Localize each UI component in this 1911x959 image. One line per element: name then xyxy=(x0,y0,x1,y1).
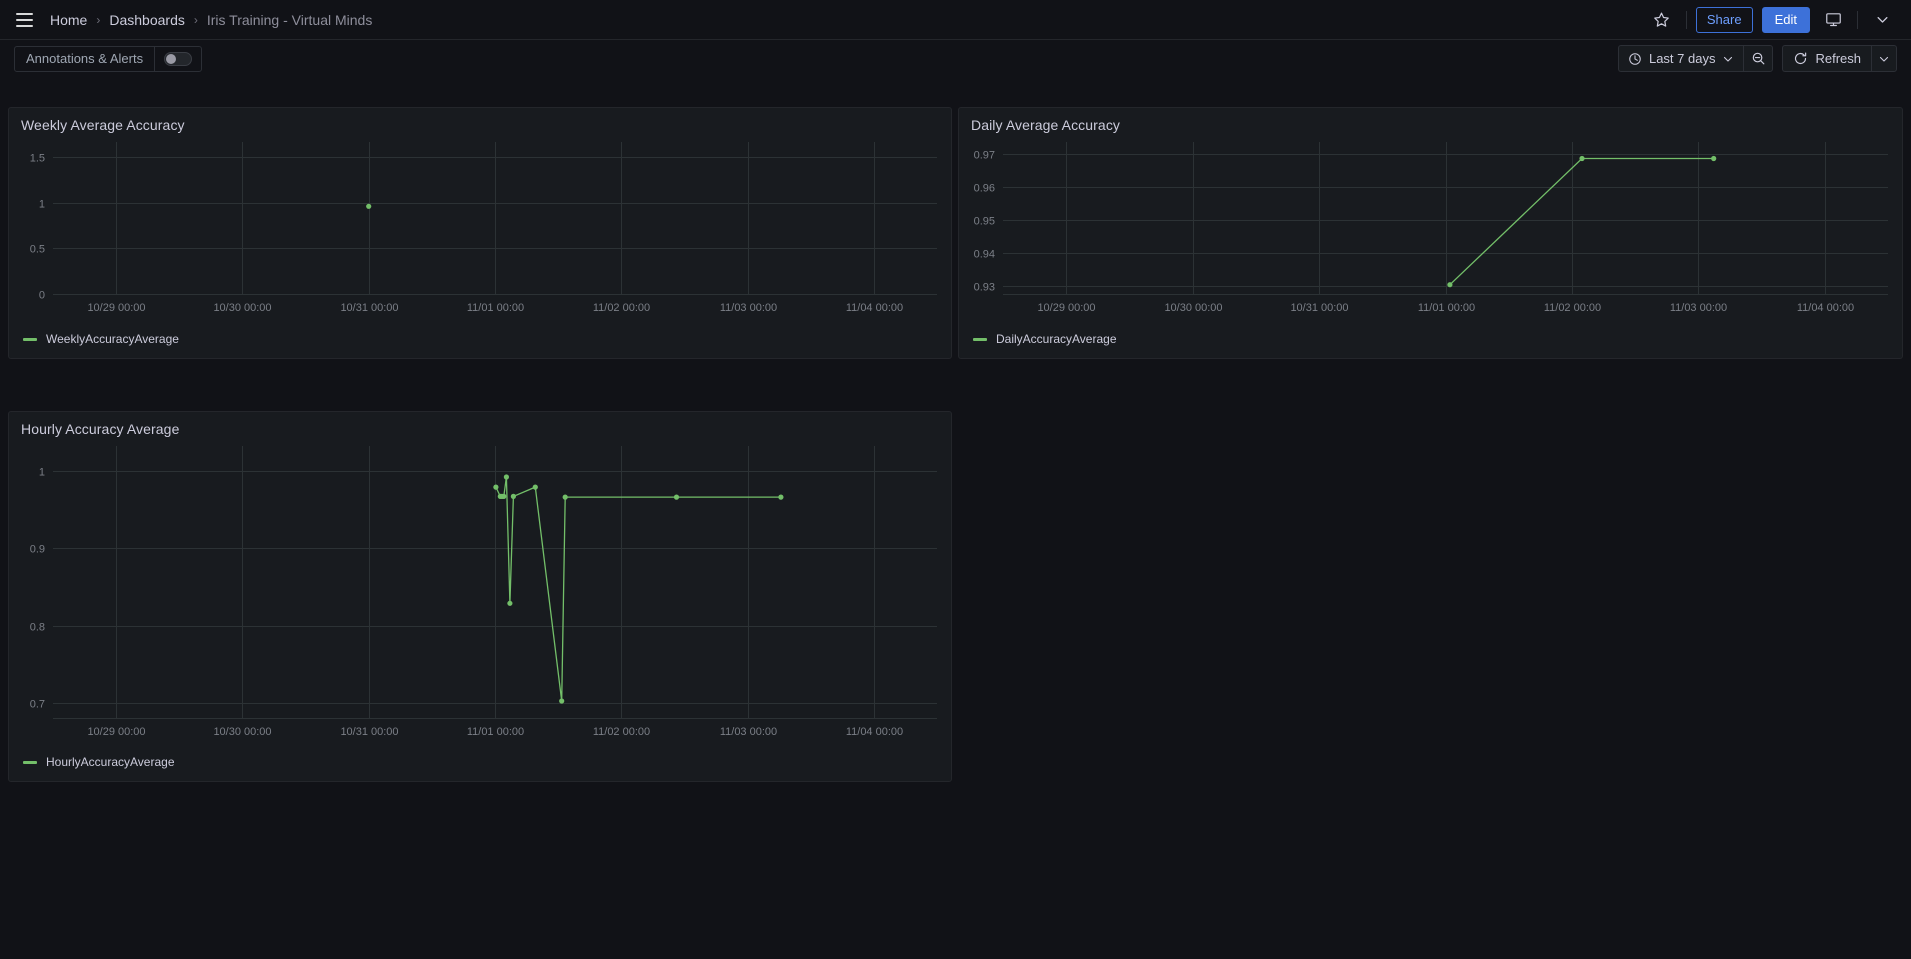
svg-text:0.93: 0.93 xyxy=(974,282,995,294)
chart-svg: 0.93 0.94 0.95 0.96 0.97 10/29 00:00 10/30 00:… xyxy=(974,142,1888,314)
svg-text:11/03 00:00: 11/03 00:00 xyxy=(720,726,777,738)
annotations-toggle[interactable] xyxy=(155,47,201,71)
tv-mode-icon[interactable] xyxy=(1818,5,1848,35)
svg-text:11/01 00:00: 11/01 00:00 xyxy=(467,302,524,314)
toggle-knob xyxy=(166,53,177,64)
chart-weekly-average-accuracy[interactable]: 0 0.5 1 1.5 10/29 00:00 10/30 00:00 10/31 00:0… xyxy=(9,134,951,324)
refresh-group: Refresh xyxy=(1782,45,1897,72)
toggle-track xyxy=(164,51,193,66)
svg-text:0.8: 0.8 xyxy=(30,622,45,634)
chart-legend: WeeklyAccuracyAverage xyxy=(23,332,179,346)
breadcrumb-item-current: Iris Training - Virtual Minds xyxy=(206,11,373,28)
svg-text:11/01 00:00: 11/01 00:00 xyxy=(1418,302,1475,314)
zoom-out-icon[interactable] xyxy=(1743,45,1774,72)
chart-legend: HourlyAccuracyAverage xyxy=(23,755,175,769)
breadcrumb-separator-icon: › xyxy=(193,12,198,27)
chart-legend: DailyAccuracyAverage xyxy=(973,332,1117,346)
svg-text:11/03 00:00: 11/03 00:00 xyxy=(1670,302,1727,314)
toolbar-right-actions: Last 7 days Refresh xyxy=(1617,45,1897,72)
panel-title[interactable]: Hourly Accuracy Average xyxy=(9,412,951,437)
svg-text:11/04 00:00: 11/04 00:00 xyxy=(846,302,903,314)
top-navigation-bar: Home › Dashboards › Iris Training - Virt… xyxy=(0,0,1911,40)
svg-text:0.94: 0.94 xyxy=(974,249,995,261)
breadcrumb-separator-icon: › xyxy=(96,12,101,27)
time-range-group: Last 7 days xyxy=(1617,45,1774,72)
annotations-toggle-group: Annotations & Alerts xyxy=(14,45,203,72)
legend-color-swatch xyxy=(23,760,37,764)
svg-text:10/31 00:00: 10/31 00:00 xyxy=(340,726,398,738)
dashboard-toolbar: Annotations & Alerts Last 7 days Refresh xyxy=(0,40,1911,77)
clock-icon xyxy=(1628,52,1642,66)
svg-text:0.97: 0.97 xyxy=(974,150,995,162)
legend-series-name[interactable]: WeeklyAccuracyAverage xyxy=(46,332,179,346)
dashboard-canvas: Weekly Average Accuracy 0 0.5 1 1.5 10/29 00… xyxy=(0,77,1911,959)
top-nav-actions: Share Edit xyxy=(1647,5,1897,35)
svg-text:10/30 00:00: 10/30 00:00 xyxy=(213,302,271,314)
panel-weekly-average-accuracy: Weekly Average Accuracy 0 0.5 1 1.5 10/29 00… xyxy=(8,107,952,359)
panel-title[interactable]: Weekly Average Accuracy xyxy=(9,108,951,133)
svg-text:1: 1 xyxy=(39,467,45,479)
refresh-icon xyxy=(1793,51,1808,66)
svg-text:11/03 00:00: 11/03 00:00 xyxy=(720,302,777,314)
time-range-picker[interactable]: Last 7 days xyxy=(1617,45,1744,72)
svg-text:11/04 00:00: 11/04 00:00 xyxy=(846,726,903,738)
svg-text:10/29 00:00: 10/29 00:00 xyxy=(87,302,145,314)
legend-color-swatch xyxy=(23,337,37,341)
svg-text:0.7: 0.7 xyxy=(30,699,45,711)
annotations-label: Annotations & Alerts xyxy=(15,46,156,71)
chart-svg: 0.7 0.8 0.9 1 10/29 00:00 10/30 00:00 10/31 00… xyxy=(30,446,937,738)
panel-title[interactable]: Daily Average Accuracy xyxy=(959,108,1902,133)
time-range-value: Last 7 days xyxy=(1648,51,1716,66)
svg-text:1: 1 xyxy=(39,199,45,211)
refresh-label: Refresh xyxy=(1815,51,1861,66)
menu-icon[interactable] xyxy=(10,6,38,34)
panel-hourly-accuracy-average: Hourly Accuracy Average 0.7 0.8 0.9 1 10/29 … xyxy=(8,411,952,782)
svg-text:10/30 00:00: 10/30 00:00 xyxy=(213,726,271,738)
chevron-down-icon xyxy=(1722,53,1734,65)
svg-text:11/01 00:00: 11/01 00:00 xyxy=(467,726,524,738)
chart-svg: 0 0.5 1 1.5 10/29 00:00 10/30 00:00 10/31 00:0… xyxy=(30,142,937,314)
svg-text:10/31 00:00: 10/31 00:00 xyxy=(1290,302,1348,314)
svg-text:0.5: 0.5 xyxy=(30,244,45,256)
refresh-interval-caret-icon[interactable] xyxy=(1871,45,1897,72)
svg-text:11/02 00:00: 11/02 00:00 xyxy=(1544,302,1601,314)
panel-daily-average-accuracy: Daily Average Accuracy 0.93 0.94 0.95 0.96 0… xyxy=(958,107,1903,359)
chart-hourly-accuracy-average[interactable]: 0.7 0.8 0.9 1 10/29 00:00 10/30 00:00 10/31 00… xyxy=(9,438,951,748)
nav-divider xyxy=(1685,10,1687,29)
svg-text:10/29 00:00: 10/29 00:00 xyxy=(87,726,145,738)
svg-text:0.95: 0.95 xyxy=(974,216,995,228)
share-button[interactable]: Share xyxy=(1695,6,1753,33)
refresh-button[interactable]: Refresh xyxy=(1782,45,1871,72)
svg-text:11/02 00:00: 11/02 00:00 xyxy=(593,726,650,738)
svg-text:0.96: 0.96 xyxy=(974,183,995,195)
breadcrumb-item-home[interactable]: Home xyxy=(50,12,87,28)
svg-text:0.9: 0.9 xyxy=(30,544,45,556)
edit-button[interactable]: Edit xyxy=(1761,6,1810,33)
nav-divider xyxy=(1857,10,1858,29)
legend-series-name[interactable]: DailyAccuracyAverage xyxy=(996,332,1117,346)
svg-text:10/31 00:00: 10/31 00:00 xyxy=(340,302,398,314)
svg-text:11/04 00:00: 11/04 00:00 xyxy=(1797,302,1854,314)
svg-text:10/29 00:00: 10/29 00:00 xyxy=(1037,302,1095,314)
chart-daily-average-accuracy[interactable]: 0.93 0.94 0.95 0.96 0.97 10/29 00:00 10/30 00:… xyxy=(959,134,1902,324)
star-icon[interactable] xyxy=(1647,5,1677,35)
chevron-down-icon[interactable] xyxy=(1867,5,1897,35)
svg-text:10/30 00:00: 10/30 00:00 xyxy=(1164,302,1222,314)
svg-text:11/02 00:00: 11/02 00:00 xyxy=(593,302,650,314)
breadcrumb-item-dashboards[interactable]: Dashboards xyxy=(109,12,185,28)
breadcrumb: Home › Dashboards › Iris Training - Virt… xyxy=(50,12,372,28)
svg-text:1.5: 1.5 xyxy=(30,153,45,165)
legend-color-swatch xyxy=(973,337,987,341)
legend-series-name[interactable]: HourlyAccuracyAverage xyxy=(46,755,175,769)
svg-text:0: 0 xyxy=(39,290,45,302)
